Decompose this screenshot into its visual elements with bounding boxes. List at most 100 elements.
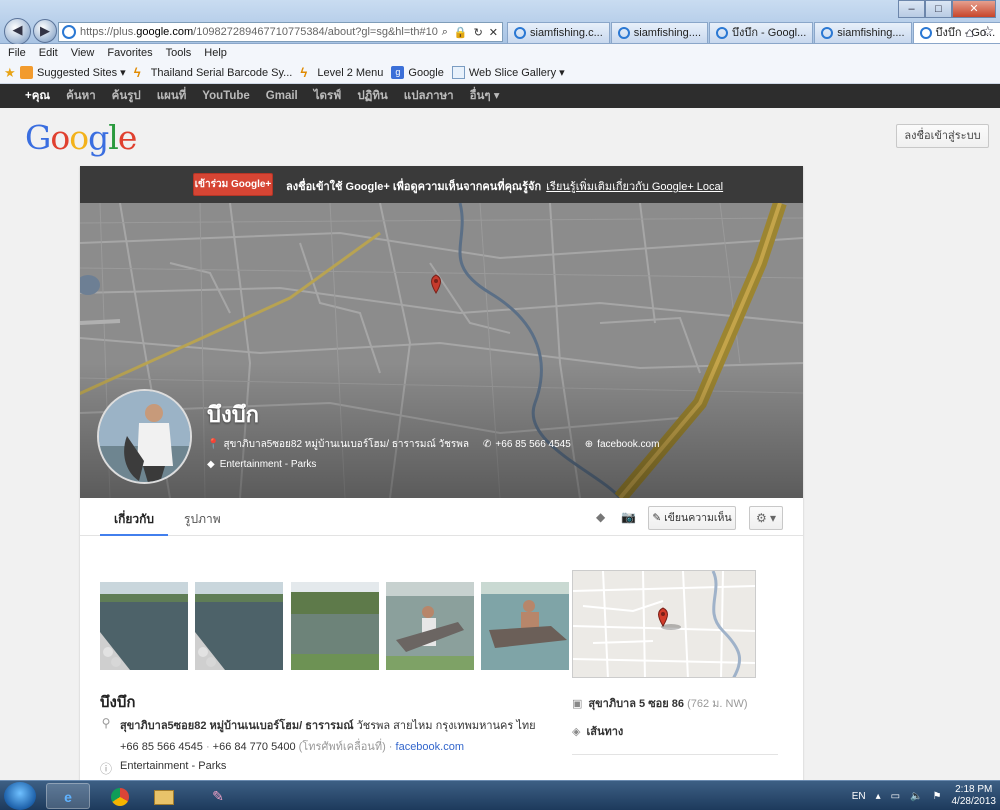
menu-bar: File Edit View Favorites Tools Help <box>0 44 1000 62</box>
g-icon: g <box>391 66 405 79</box>
gbar-item[interactable]: YouTube <box>202 90 249 102</box>
location-minimap[interactable] <box>572 570 756 678</box>
phone-icon: ✆ <box>483 439 492 450</box>
business-phone-2[interactable]: +66 84 770 5400 <box>213 741 296 753</box>
bolt-icon: ϟ <box>133 65 141 80</box>
tab-about[interactable]: เกี่ยวกับ <box>99 510 169 536</box>
business-category-row: ⓘ Entertainment - Parks <box>100 760 226 777</box>
refresh-icon[interactable]: ↻ <box>474 26 483 39</box>
network-icon[interactable]: ▭ <box>891 791 900 802</box>
volume-icon[interactable]: 🔈 <box>910 791 922 802</box>
cover-map[interactable]: บึงบึก 📍 สุขาภิบาล5ซอย82 หมู่บ้านเนเบอร์โ… <box>80 203 803 498</box>
profile-tabs: เกี่ยวกับ รูปภาพ ◆ 📷 ✎ เขียนความเห็น ⚙ ▾ <box>80 498 803 536</box>
google-logo[interactable]: Google <box>25 118 137 157</box>
taskbar-explorer-icon[interactable] <box>142 783 186 809</box>
orange-icon <box>20 66 33 79</box>
menu-item[interactable]: Edit <box>39 47 58 59</box>
learn-more-link[interactable]: เรียนรู้เพิ่มเติมเกี่ยวกับ Google+ Local <box>546 181 723 193</box>
system-tray: EN ▴ ▭ 🔈 ⚑ 2:18 PM 4/28/2013 <box>852 781 1000 810</box>
business-phone-1[interactable]: +66 85 566 4545 <box>120 741 203 753</box>
profile-avatar[interactable] <box>97 389 192 484</box>
gbar-item[interactable]: Gmail <box>266 90 298 102</box>
favorite-link[interactable]: g Google <box>391 66 444 79</box>
language-indicator[interactable]: EN <box>852 791 866 802</box>
gbar-item[interactable]: +คุณ <box>25 87 50 105</box>
address-url[interactable]: https://plus.google.com/1098272894677107… <box>80 26 438 38</box>
photo-thumbnail-5[interactable] <box>481 582 569 670</box>
favorites-star-icon[interactable]: ☆ <box>981 23 994 40</box>
gbar-item[interactable]: แปลภาษา <box>404 87 454 105</box>
join-google-plus-button[interactable]: เข้าร่วม Google+ <box>193 173 273 196</box>
profile-website-link[interactable]: facebook.com <box>597 439 659 450</box>
browser-tab[interactable]: siamfishing.... <box>814 22 912 43</box>
pencil-icon: ✎ <box>652 512 662 524</box>
info-icon: ⓘ <box>100 762 113 776</box>
business-address-row: ⚲ สุขาภิบาล5ซอย82 หมู่บ้านเนเบอร์โฮม/ ธา… <box>101 716 536 753</box>
photo-thumbnail-2[interactable] <box>195 582 283 670</box>
favorite-link[interactable]: Suggested Sites ▾ <box>20 66 126 79</box>
forward-button[interactable]: ▶ <box>33 19 57 43</box>
tab-favicon-icon <box>514 27 526 39</box>
back-button[interactable]: ◀ <box>4 18 31 45</box>
start-button[interactable] <box>4 782 36 810</box>
favorites-bar: ★ Suggested Sites ▾ ϟ Thailand Serial Barc… <box>0 62 1000 84</box>
minimize-button[interactable]: – <box>898 0 925 18</box>
gbar-item[interactable]: ค้นรูป <box>112 87 141 105</box>
business-address-rest: วัชรพล สายไหม กรุงเทพมหานคร ไทย <box>353 720 536 732</box>
taskbar-chrome-icon[interactable] <box>98 783 142 809</box>
home-icon[interactable]: ⌂ <box>966 24 974 40</box>
business-category: Entertainment - Parks <box>120 760 227 772</box>
gbar-item[interactable]: แผนที่ <box>157 87 187 105</box>
favorite-link[interactable]: ϟ Level 2 Menu <box>300 66 383 79</box>
settings-gear-button[interactable]: ⚙ ▾ <box>749 506 783 530</box>
directions-icon: ◈ <box>572 725 581 738</box>
sign-in-button[interactable]: ลงชื่อเข้าสู่ระบบ <box>896 124 989 148</box>
tab-favicon-icon <box>617 27 630 39</box>
photo-thumbnail-4[interactable] <box>386 582 474 670</box>
taskbar-paint-icon[interactable]: ✎ <box>196 783 240 809</box>
lock-icon[interactable]: 🔒 <box>454 26 468 39</box>
business-website-link[interactable]: facebook.com <box>396 741 464 753</box>
tray-expand-icon[interactable]: ▴ <box>876 791 881 802</box>
tag-icon: ◆ <box>207 459 215 470</box>
menu-item[interactable]: Help <box>204 47 227 59</box>
browser-tab-label: siamfishing.... <box>837 27 905 39</box>
address-bar[interactable]: https://plus.google.com/1098272894677107… <box>58 22 503 42</box>
gbar-item[interactable]: ค้นหา <box>66 87 96 105</box>
add-favorite-star-icon[interactable]: ★ <box>4 66 20 79</box>
search-icon[interactable]: ⌕ <box>442 26 448 39</box>
browser-tabs: siamfishing.c... siamfishing.... บึงบึก - … <box>507 22 1000 43</box>
action-center-flag-icon[interactable]: ⚑ <box>933 791 942 802</box>
favorite-link[interactable]: ϟ Thailand Serial Barcode Sy... <box>134 66 293 79</box>
stop-icon[interactable]: ✕ <box>489 26 498 39</box>
gbar-item[interactable]: ไดรฟ์ <box>314 87 342 105</box>
tab-photos[interactable]: รูปภาพ <box>184 510 221 529</box>
close-window-button[interactable]: ✕ <box>952 0 996 18</box>
taskbar-clock[interactable]: 2:18 PM 4/28/2013 <box>952 784 997 808</box>
photo-thumbnail-1[interactable] <box>100 582 188 670</box>
place-card: เข้าร่วม Google+ ลงชื่อเข้าใช้ Google+ เ… <box>80 166 803 780</box>
taskbar-ie-icon[interactable]: e <box>46 783 90 809</box>
phone-note: (โทรศัพท์เคลื่อนที่) <box>295 741 386 753</box>
transit-distance: (762 ม. NW) <box>684 698 748 710</box>
directions-diamond-icon[interactable]: ◆ <box>596 510 605 524</box>
browser-tab[interactable]: siamfishing.c... <box>507 22 610 43</box>
profile-phone: +66 85 566 4545 <box>495 439 571 450</box>
gbar-item[interactable]: อื่นๆ ▾ <box>470 87 500 105</box>
menu-item[interactable]: File <box>8 47 26 59</box>
browser-tab-label: บึงบึก - Googl... <box>732 27 807 39</box>
gear-icon: ⚙ <box>755 511 767 525</box>
menu-item[interactable]: Tools <box>166 47 192 59</box>
write-review-button[interactable]: ✎ เขียนความเห็น <box>648 506 736 530</box>
browser-tab[interactable]: บึงบึก - Googl... <box>709 22 814 43</box>
directions-link[interactable]: ◈ เส้นทาง <box>572 722 623 740</box>
favorite-link[interactable]: Web Slice Gallery ▾ <box>451 66 565 79</box>
browser-tab[interactable]: siamfishing.... <box>610 22 708 43</box>
gbar-item[interactable]: ปฏิทิน <box>357 87 387 105</box>
menu-item[interactable]: Favorites <box>107 47 152 59</box>
photo-thumbnail-3[interactable] <box>291 582 379 670</box>
menu-item[interactable]: View <box>71 47 95 59</box>
camera-icon[interactable]: 📷 <box>621 510 636 524</box>
tab-favicon-icon <box>716 27 728 39</box>
maximize-button[interactable]: □ <box>925 0 952 18</box>
